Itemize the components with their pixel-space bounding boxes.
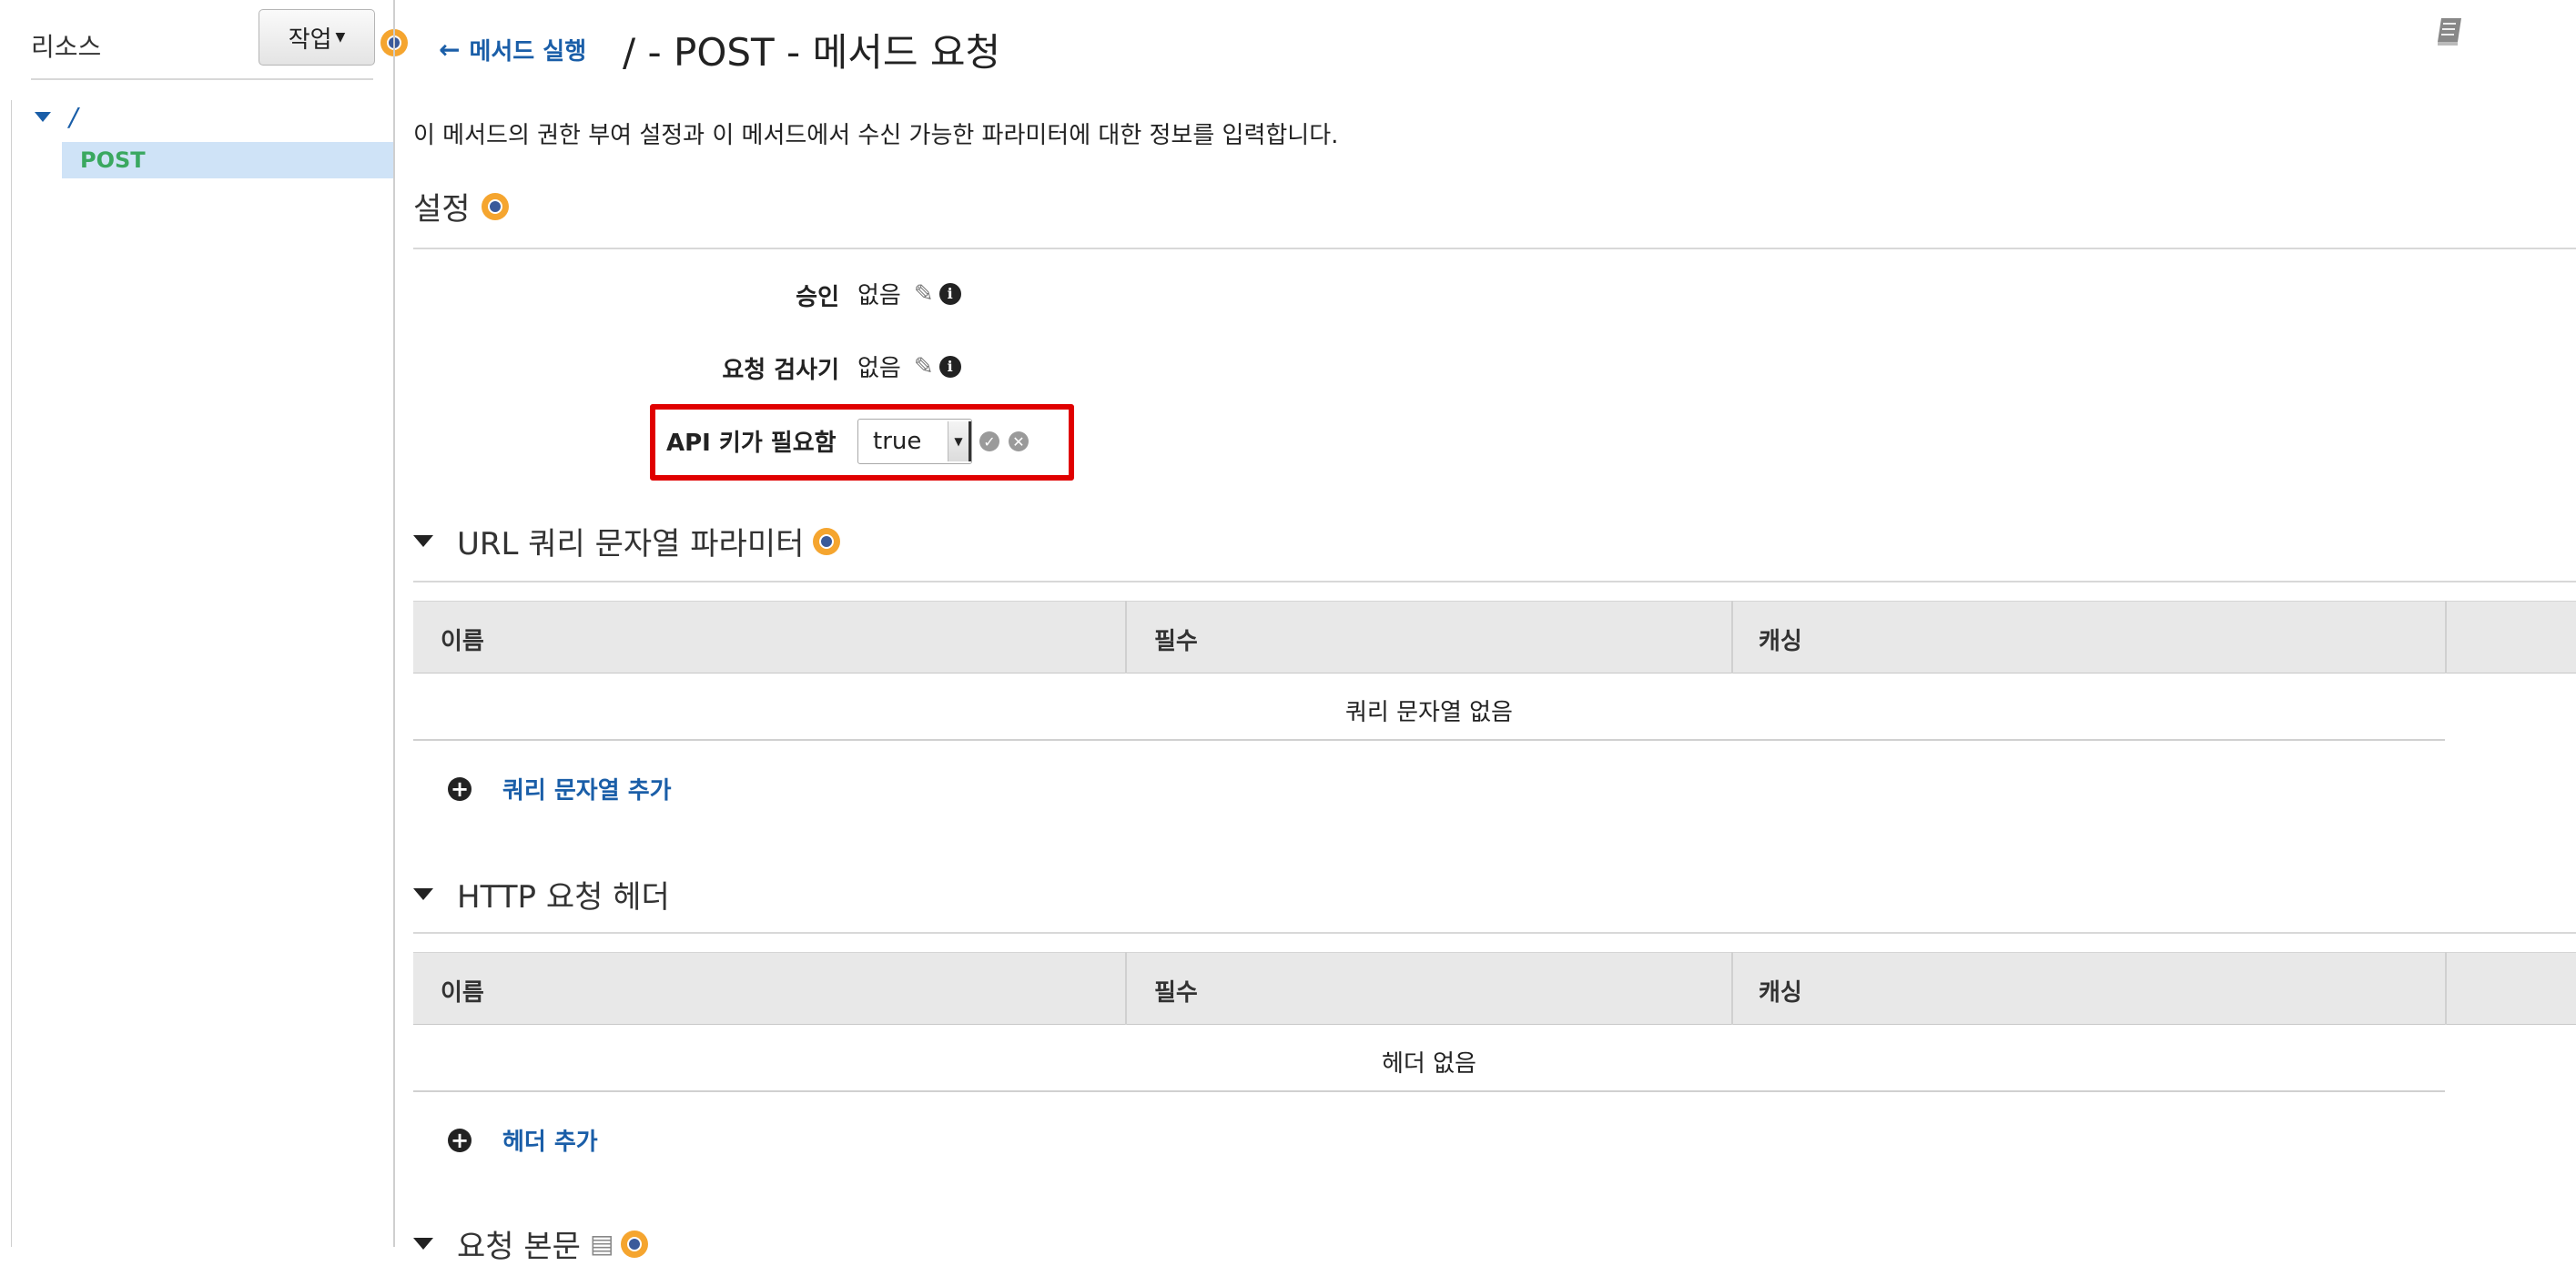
column-divider (1731, 601, 1733, 674)
select-caret-icon: ▼ (948, 421, 971, 461)
column-header-caching: 캐싱 (1759, 979, 1802, 1007)
settings-title: 설정 (413, 191, 471, 228)
arrow-left-icon: ← (439, 35, 461, 65)
column-divider (2445, 952, 2447, 1025)
tree-item-post[interactable]: POST (62, 142, 393, 178)
add-header-link[interactable]: + 헤더 추가 (448, 1123, 598, 1157)
request-validator-label: 요청 검사기 (722, 357, 839, 384)
sidebar-left-edge (11, 100, 12, 1247)
collapse-caret-icon[interactable] (413, 888, 433, 900)
column-divider (1731, 952, 1733, 1025)
add-query-string-label: 쿼리 문자열 추가 (502, 777, 672, 805)
request-body-title: 요청 본문 (457, 1229, 581, 1265)
confirm-check-icon[interactable]: ✓ (979, 431, 999, 451)
settings-section-title: 설정 (413, 184, 509, 228)
row-divider (413, 1090, 2445, 1092)
info-icon[interactable] (621, 1230, 649, 1258)
back-link-label: 메서드 실행 (469, 38, 587, 66)
query-params-title: URL 쿼리 문자열 파라미터 (457, 526, 805, 562)
request-body-section-header[interactable]: 요청 본문 ▤ (413, 1221, 649, 1266)
actions-button-label: 작업 (288, 25, 332, 54)
column-header-name: 이름 (441, 979, 484, 1007)
http-headers-section-header[interactable]: HTTP 요청 헤더 (413, 872, 670, 917)
column-header-name: 이름 (441, 628, 484, 655)
plus-circle-icon: + (448, 1128, 472, 1152)
book-icon[interactable]: ▤ (590, 1229, 614, 1259)
sidebar-title: 리소스 (31, 32, 102, 62)
tree-item-root[interactable]: / (35, 102, 77, 132)
query-params-empty-text: 쿼리 문자열 없음 (1345, 699, 1513, 726)
query-params-section-header[interactable]: URL 쿼리 문자열 파라미터 (413, 519, 841, 563)
http-headers-empty-text: 헤더 없음 (1382, 1050, 1476, 1078)
info-circle-icon[interactable]: i (938, 282, 961, 305)
add-query-string-link[interactable]: + 쿼리 문자열 추가 (448, 772, 672, 805)
section-divider (413, 932, 2576, 934)
row-divider (413, 739, 2445, 741)
tree-expand-icon[interactable] (35, 112, 51, 122)
authorization-value: 없음 (857, 282, 901, 309)
http-headers-title: HTTP 요청 헤더 (457, 879, 670, 916)
info-circle-icon[interactable]: i (938, 355, 961, 378)
authorization-row: 없음 ✎ i (857, 277, 961, 310)
sidebar-splitter[interactable] (393, 0, 395, 1247)
actions-dropdown-button[interactable]: 작업 ▼ (259, 9, 375, 66)
section-divider (413, 248, 2576, 249)
request-validator-row: 없음 ✎ i (857, 349, 961, 383)
collapse-caret-icon[interactable] (413, 535, 433, 547)
back-to-method-execution-link[interactable]: ← 메서드 실행 (439, 33, 586, 66)
tree-item-label: / (69, 102, 78, 132)
pencil-edit-icon[interactable]: ✎ (914, 280, 934, 308)
column-divider (2445, 601, 2447, 674)
authorization-label: 승인 (796, 284, 839, 311)
api-key-required-select[interactable]: true ▼ (857, 419, 972, 464)
add-header-label: 헤더 추가 (502, 1129, 598, 1156)
sidebar-divider (31, 78, 373, 80)
api-key-select-value: true (873, 428, 922, 455)
method-label: POST (80, 147, 146, 173)
info-icon[interactable] (813, 527, 841, 555)
pencil-edit-icon[interactable]: ✎ (914, 353, 934, 380)
column-divider (1125, 601, 1127, 674)
info-icon[interactable] (481, 192, 509, 220)
caret-down-icon: ▼ (335, 30, 346, 45)
column-header-required: 필수 (1154, 979, 1198, 1007)
request-validator-value: 없음 (857, 355, 901, 382)
query-params-table-header (413, 601, 2576, 674)
column-header-caching: 캐싱 (1759, 628, 1802, 655)
http-headers-table-header (413, 952, 2576, 1025)
documentation-book-icon[interactable] (2432, 13, 2469, 53)
plus-circle-icon: + (448, 776, 472, 801)
column-header-required: 필수 (1154, 628, 1198, 655)
page-description: 이 메서드의 권한 부여 설정과 이 메서드에서 수신 가능한 파라미터에 대한… (413, 122, 1339, 149)
collapse-caret-icon[interactable] (413, 1238, 433, 1250)
column-divider (1125, 952, 1127, 1025)
page-title: / - POST - 메서드 요청 (623, 30, 1001, 75)
cancel-x-icon[interactable]: ✕ (1009, 431, 1029, 451)
section-divider (413, 581, 2576, 582)
api-key-required-label: API 키가 필요함 (666, 430, 837, 457)
